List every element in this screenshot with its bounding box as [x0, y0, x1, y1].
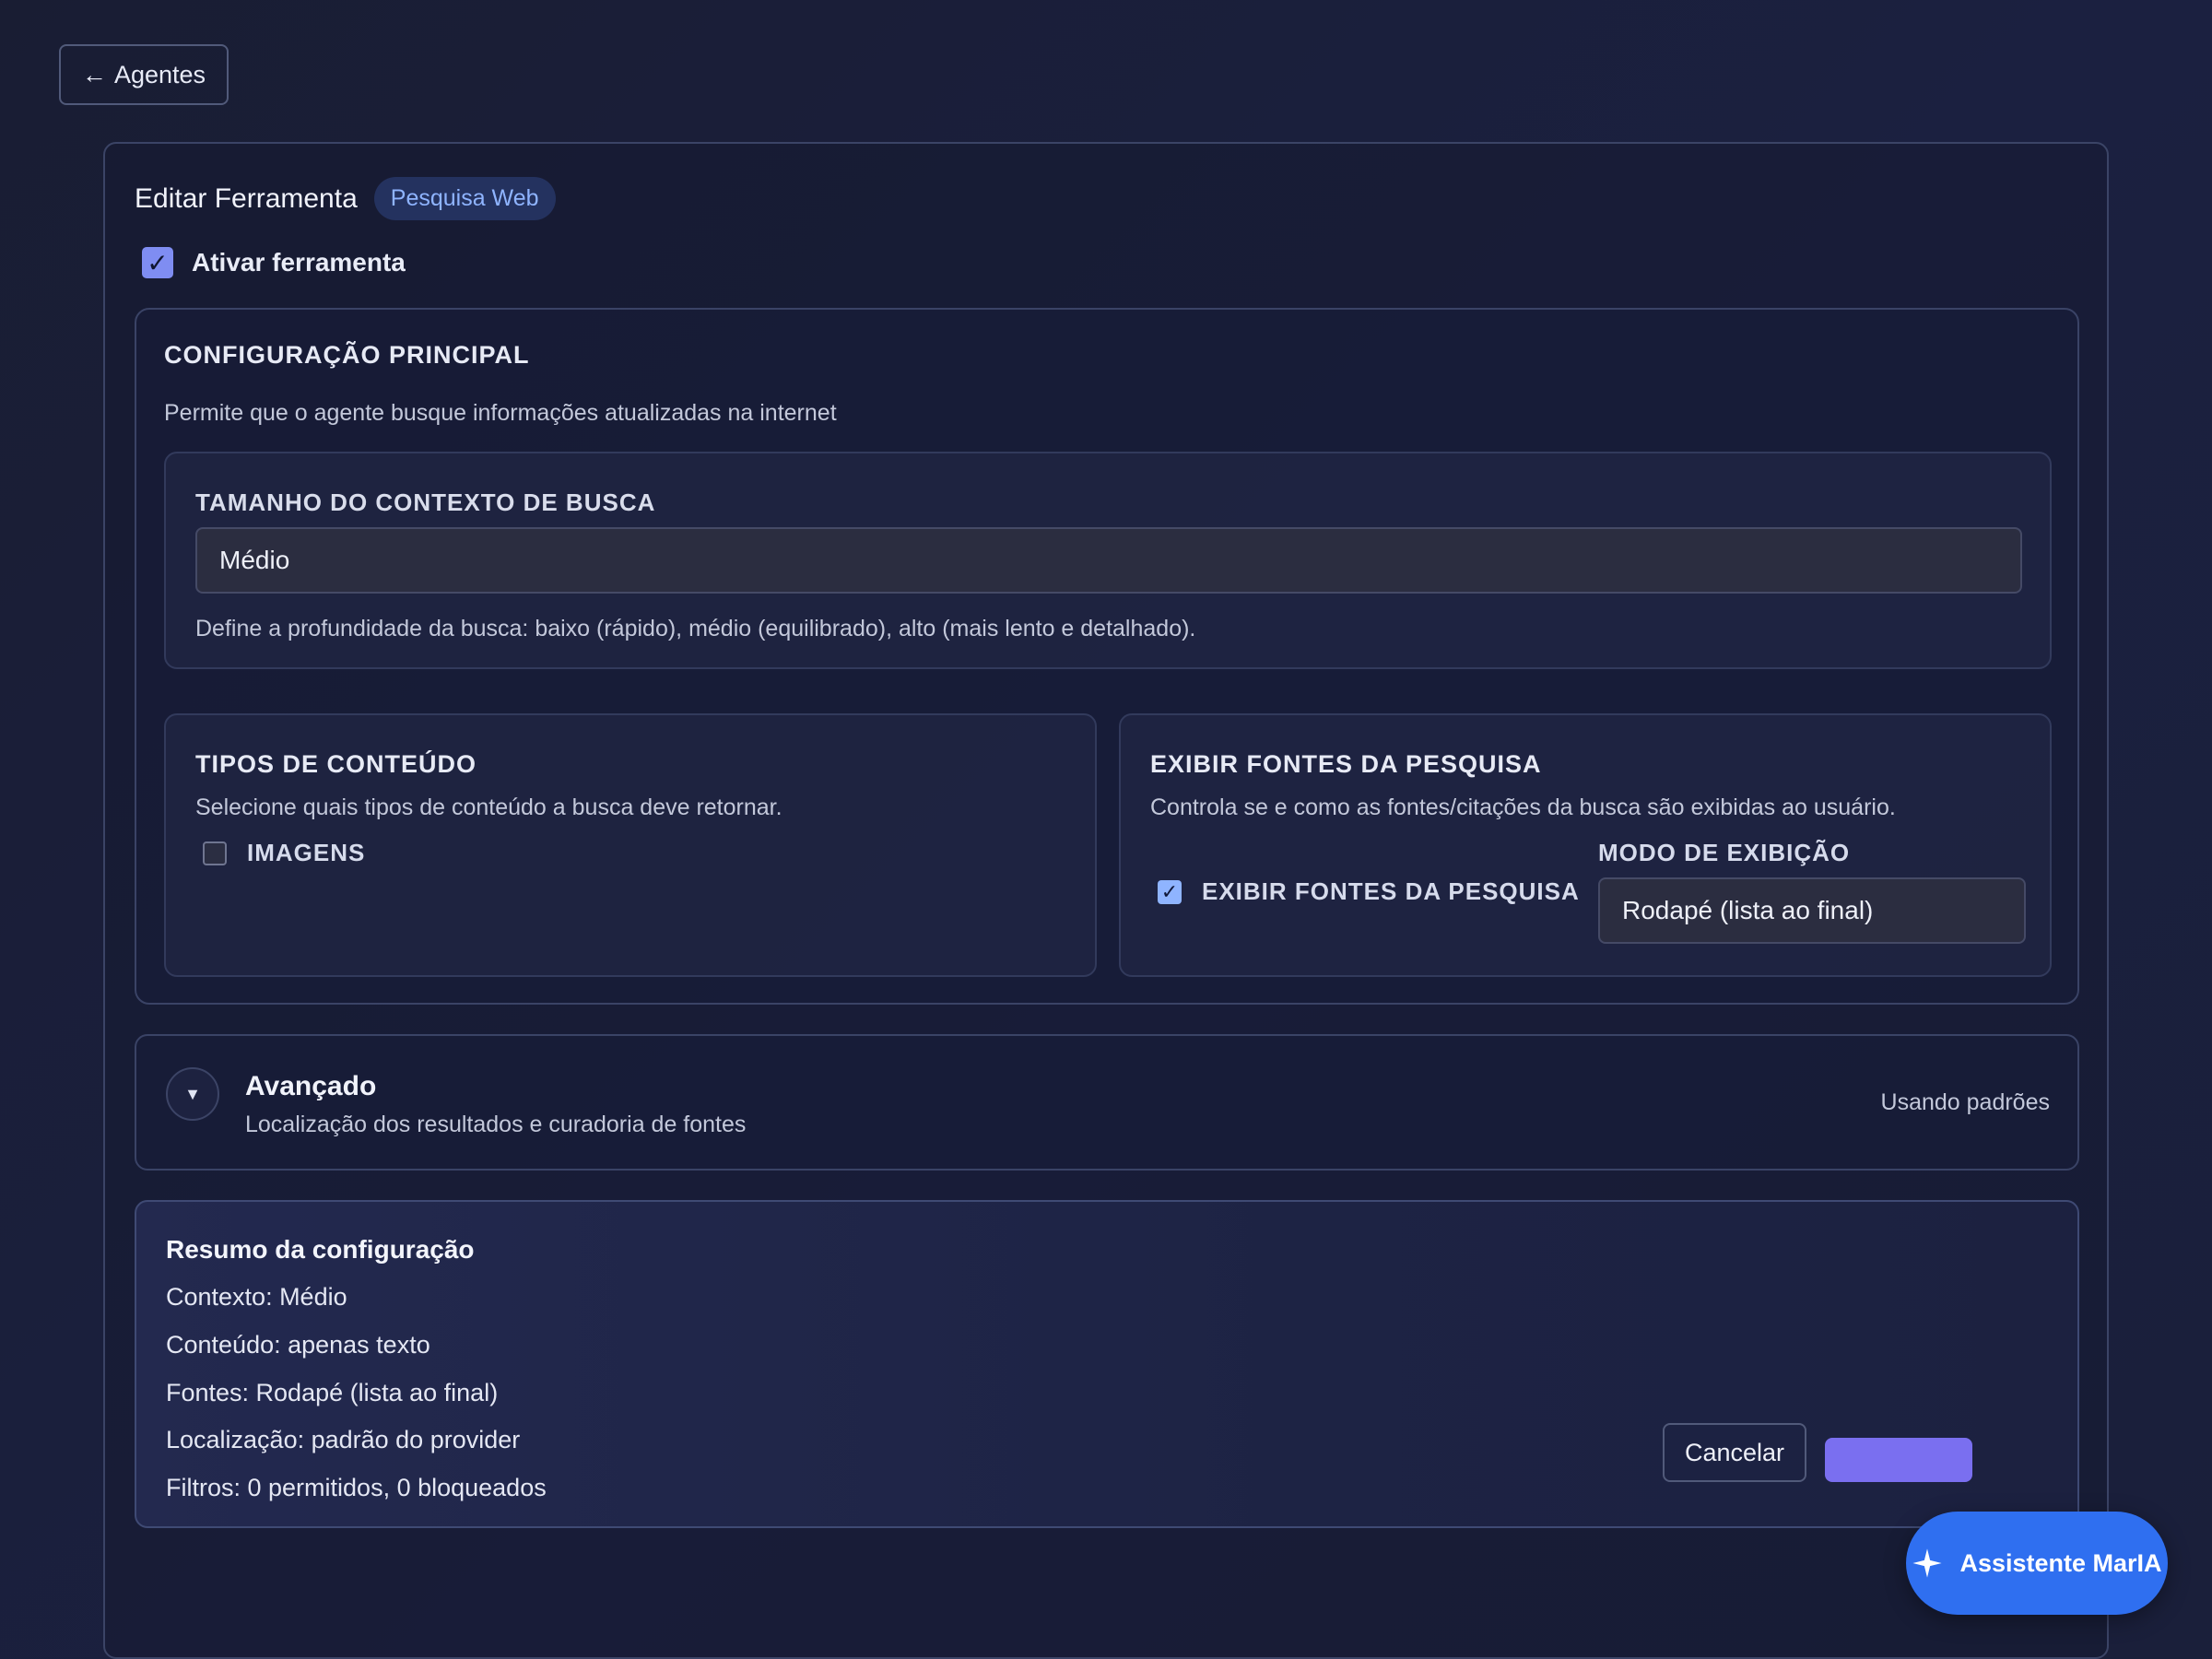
summary-line-filters: Filtros: 0 permitidos, 0 bloqueados	[166, 1474, 547, 1501]
summary-line-content: Conteúdo: apenas texto	[166, 1331, 430, 1359]
show-sources-description: Controla se e como as fontes/citações da…	[1150, 794, 1896, 820]
enable-tool-label: Ativar ferramenta	[192, 248, 406, 276]
advanced-subtitle: Localização dos resultados e curadoria d…	[245, 1112, 747, 1137]
cancel-button[interactable]: Cancelar	[1663, 1423, 1806, 1482]
context-size-box: TAMANHO DO CONTEXTO DE BUSCA Médio Defin…	[164, 452, 2052, 669]
back-label: Agentes	[113, 60, 206, 88]
images-label: IMAGENS	[247, 839, 366, 866]
save-button[interactable]	[1825, 1438, 1972, 1482]
enable-tool-checkbox[interactable]: ✓	[142, 247, 173, 278]
card-header: Editar Ferramenta Pesquisa Web	[135, 177, 556, 220]
page-title: Editar Ferramenta	[135, 182, 358, 214]
back-to-agents-button[interactable]: ← Agentes	[59, 44, 229, 105]
show-sources-box: EXIBIR FONTES DA PESQUISA Controla se e …	[1119, 713, 2052, 977]
show-sources-label: EXIBIR FONTES DA PESQUISA	[1202, 877, 1580, 905]
display-mode-label: MODO DE EXIBIÇÃO	[1598, 839, 1851, 866]
tool-type-badge: Pesquisa Web	[373, 177, 556, 220]
enable-tool-row[interactable]: ✓ Ativar ferramenta	[142, 247, 406, 278]
advanced-title: Avançado	[245, 1071, 377, 1101]
edit-tool-card: Editar Ferramenta Pesquisa Web ✓ Ativar …	[103, 142, 2109, 1659]
sparkle-icon	[1912, 1548, 1943, 1578]
summary-title: Resumo da configuração	[166, 1235, 475, 1264]
show-sources-heading: EXIBIR FONTES DA PESQUISA	[1150, 750, 1542, 778]
context-size-select[interactable]: Médio	[195, 527, 2022, 594]
chevron-down-icon[interactable]: ▼	[166, 1067, 219, 1121]
images-checkbox[interactable]	[203, 841, 227, 865]
summary-line-sources: Fontes: Rodapé (lista ao final)	[166, 1379, 499, 1406]
content-types-box: TIPOS DE CONTEÚDO Selecione quais tipos …	[164, 713, 1097, 977]
display-mode-select[interactable]: Rodapé (lista ao final)	[1598, 877, 2026, 944]
main-config-panel: CONFIGURAÇÃO PRINCIPAL Permite que o age…	[135, 308, 2079, 1005]
assistant-fab-button[interactable]: Assistente MarIA	[1906, 1512, 2168, 1615]
context-size-help: Define a profundidade da busca: baixo (r…	[195, 616, 1196, 641]
show-sources-option-row[interactable]: ✓ EXIBIR FONTES DA PESQUISA	[1158, 877, 1580, 906]
summary-line-context: Contexto: Médio	[166, 1283, 347, 1311]
main-config-description: Permite que o agente busque informações …	[164, 400, 837, 426]
assistant-label: Assistente MarIA	[1959, 1548, 2162, 1577]
back-arrow-icon: ←	[81, 60, 107, 88]
content-types-description: Selecione quais tipos de conteúdo a busc…	[195, 794, 782, 820]
show-sources-checkbox[interactable]: ✓	[1158, 879, 1182, 904]
advanced-status: Usando padrões	[1880, 1089, 2050, 1115]
images-option-row[interactable]: IMAGENS	[203, 839, 365, 867]
summary-line-location: Localização: padrão do provider	[166, 1426, 521, 1453]
main-config-heading: CONFIGURAÇÃO PRINCIPAL	[164, 341, 530, 369]
content-types-heading: TIPOS DE CONTEÚDO	[195, 750, 477, 778]
advanced-section[interactable]: ▼ Avançado Localização dos resultados e …	[135, 1034, 2079, 1171]
context-size-label: TAMANHO DO CONTEXTO DE BUSCA	[195, 488, 656, 516]
